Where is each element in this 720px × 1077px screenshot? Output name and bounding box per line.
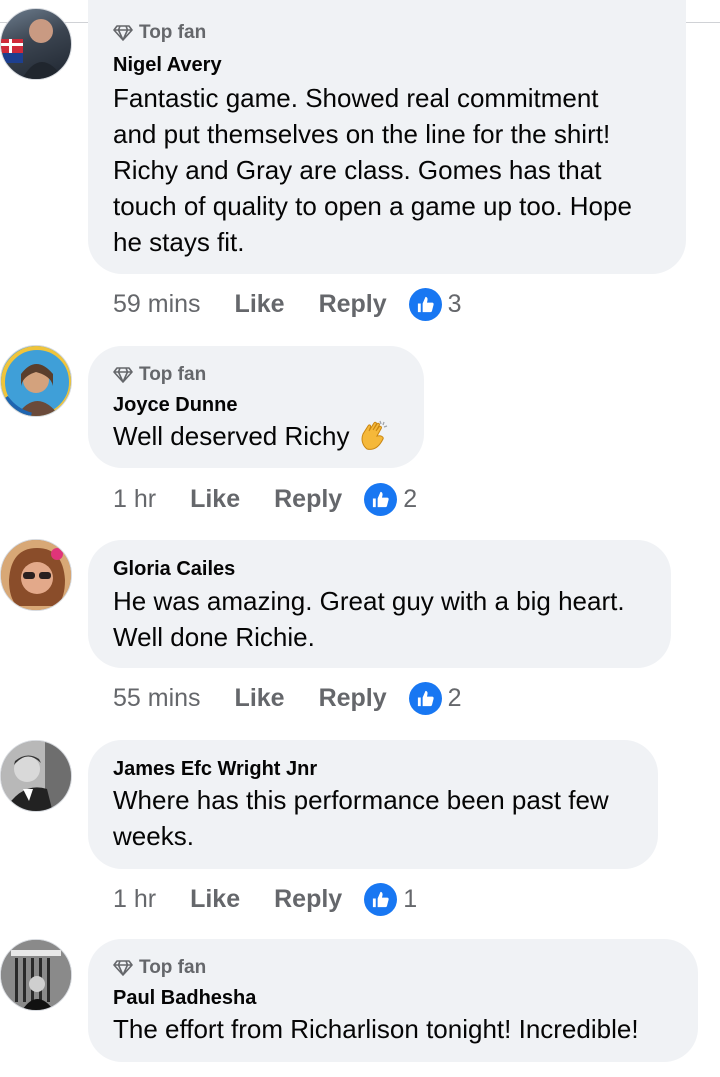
- avatar[interactable]: [0, 8, 72, 80]
- comment-text-line: touch of quality to open a game up too. …: [113, 191, 632, 221]
- reaction-count[interactable]: 3: [408, 287, 462, 321]
- thumbs-up-icon: [364, 882, 398, 916]
- comment-text-line: weeks.: [113, 821, 194, 851]
- like-count-value: 2: [403, 484, 418, 513]
- top-fan-badge: Top fan: [113, 364, 206, 386]
- author-name[interactable]: James Efc Wright Jnr: [113, 758, 317, 781]
- thumbs-up-icon: [408, 681, 442, 715]
- comment-text-line: Well deserved Richy: [113, 421, 350, 451]
- author-name[interactable]: Joyce Dunne: [113, 394, 237, 417]
- avatar-photo: [1, 540, 71, 610]
- author-name[interactable]: Gloria Cailes: [113, 558, 235, 581]
- badge-label: Top fan: [139, 22, 207, 43]
- comment-gloria-cailes: Gloria Cailes He was amazing. Great guy …: [0, 539, 720, 729]
- like-button[interactable]: Like: [235, 290, 285, 319]
- like-button[interactable]: Like: [235, 684, 285, 713]
- avatar[interactable]: [0, 740, 72, 812]
- reaction-count[interactable]: 2: [364, 482, 418, 516]
- reply-button[interactable]: Reply: [319, 290, 387, 319]
- avatar[interactable]: [0, 539, 72, 611]
- comment-actions: 1 hr Like Reply 1: [113, 881, 417, 917]
- author-name[interactable]: Nigel Avery: [113, 54, 222, 77]
- comment-nigel-avery: Top fan Nigel Avery Fantastic game. Show…: [0, 0, 720, 330]
- comment-bubble: Gloria Cailes He was amazing. Great guy …: [88, 540, 671, 668]
- reaction-count[interactable]: 1: [364, 882, 418, 916]
- timestamp[interactable]: 1 hr: [113, 485, 156, 514]
- diamond-icon: [113, 25, 133, 41]
- like-count-value: 3: [447, 289, 462, 318]
- comment-bubble: Top fan Nigel Avery Fantastic game. Show…: [88, 0, 686, 274]
- timestamp[interactable]: 59 mins: [113, 290, 201, 319]
- comment-bubble: James Efc Wright Jnr Where has this perf…: [88, 740, 658, 869]
- comment-joyce-dunne: Top fan Joyce Dunne Well deserved Richy …: [0, 345, 720, 525]
- comment-text-line: Where has this performance been past few: [113, 785, 609, 815]
- avatar-photo: [1, 19, 64, 79]
- like-count-value: 2: [447, 683, 462, 712]
- badge-label: Top fan: [139, 364, 207, 385]
- comment-text-line: Richy and Gray are class. Gomes has that: [113, 155, 602, 185]
- comment-text: Well deserved Richy: [113, 418, 390, 454]
- diamond-icon: [113, 960, 133, 976]
- reaction-count[interactable]: 2: [408, 681, 462, 715]
- avatar-photo: [1, 346, 71, 416]
- avatar-photo: [1, 741, 71, 811]
- comment-paul-badhesha: Top fan Paul Badhesha The effort from Ri…: [0, 939, 720, 1077]
- comment-bubble: Top fan Joyce Dunne Well deserved Richy: [88, 346, 424, 468]
- reply-button[interactable]: Reply: [274, 485, 342, 514]
- timestamp[interactable]: 1 hr: [113, 885, 156, 914]
- avatar[interactable]: [0, 345, 72, 417]
- comment-text-line: Well done Richie.: [113, 622, 315, 652]
- comment-actions: 59 mins Like Reply 3: [113, 286, 462, 322]
- comment-text-line: He was amazing. Great guy with a big hea…: [113, 586, 625, 616]
- top-fan-badge: Top fan: [113, 957, 206, 979]
- badge-label: Top fan: [139, 957, 207, 978]
- author-name[interactable]: Paul Badhesha: [113, 987, 256, 1010]
- comment-bubble: Top fan Paul Badhesha The effort from Ri…: [88, 939, 698, 1062]
- comment-actions: 1 hr Like Reply 2: [113, 481, 417, 517]
- top-fan-badge: Top fan: [113, 22, 206, 44]
- thumbs-up-icon: [408, 287, 442, 321]
- comment-text-line: he stays fit.: [113, 227, 245, 257]
- diamond-icon: [113, 367, 133, 383]
- avatar[interactable]: [0, 939, 72, 1011]
- comment-text-line: and put themselves on the line for the s…: [113, 119, 611, 149]
- like-button[interactable]: Like: [190, 885, 240, 914]
- timestamp[interactable]: 55 mins: [113, 684, 201, 713]
- reply-button[interactable]: Reply: [319, 684, 387, 713]
- comment-text-line: Fantastic game. Showed real commitment: [113, 83, 599, 113]
- thumbs-up-icon: [364, 482, 398, 516]
- like-count-value: 1: [403, 884, 418, 913]
- reply-button[interactable]: Reply: [274, 885, 342, 914]
- comment-actions: 55 mins Like Reply 2: [113, 680, 462, 716]
- avatar-photo: [1, 940, 71, 1010]
- clapping-hands-icon: [361, 420, 387, 450]
- comment-text-line: The effort from Richarlison tonight! Inc…: [113, 1014, 639, 1044]
- comment-james-efc-wright-jnr: James Efc Wright Jnr Where has this perf…: [0, 740, 720, 930]
- like-button[interactable]: Like: [190, 485, 240, 514]
